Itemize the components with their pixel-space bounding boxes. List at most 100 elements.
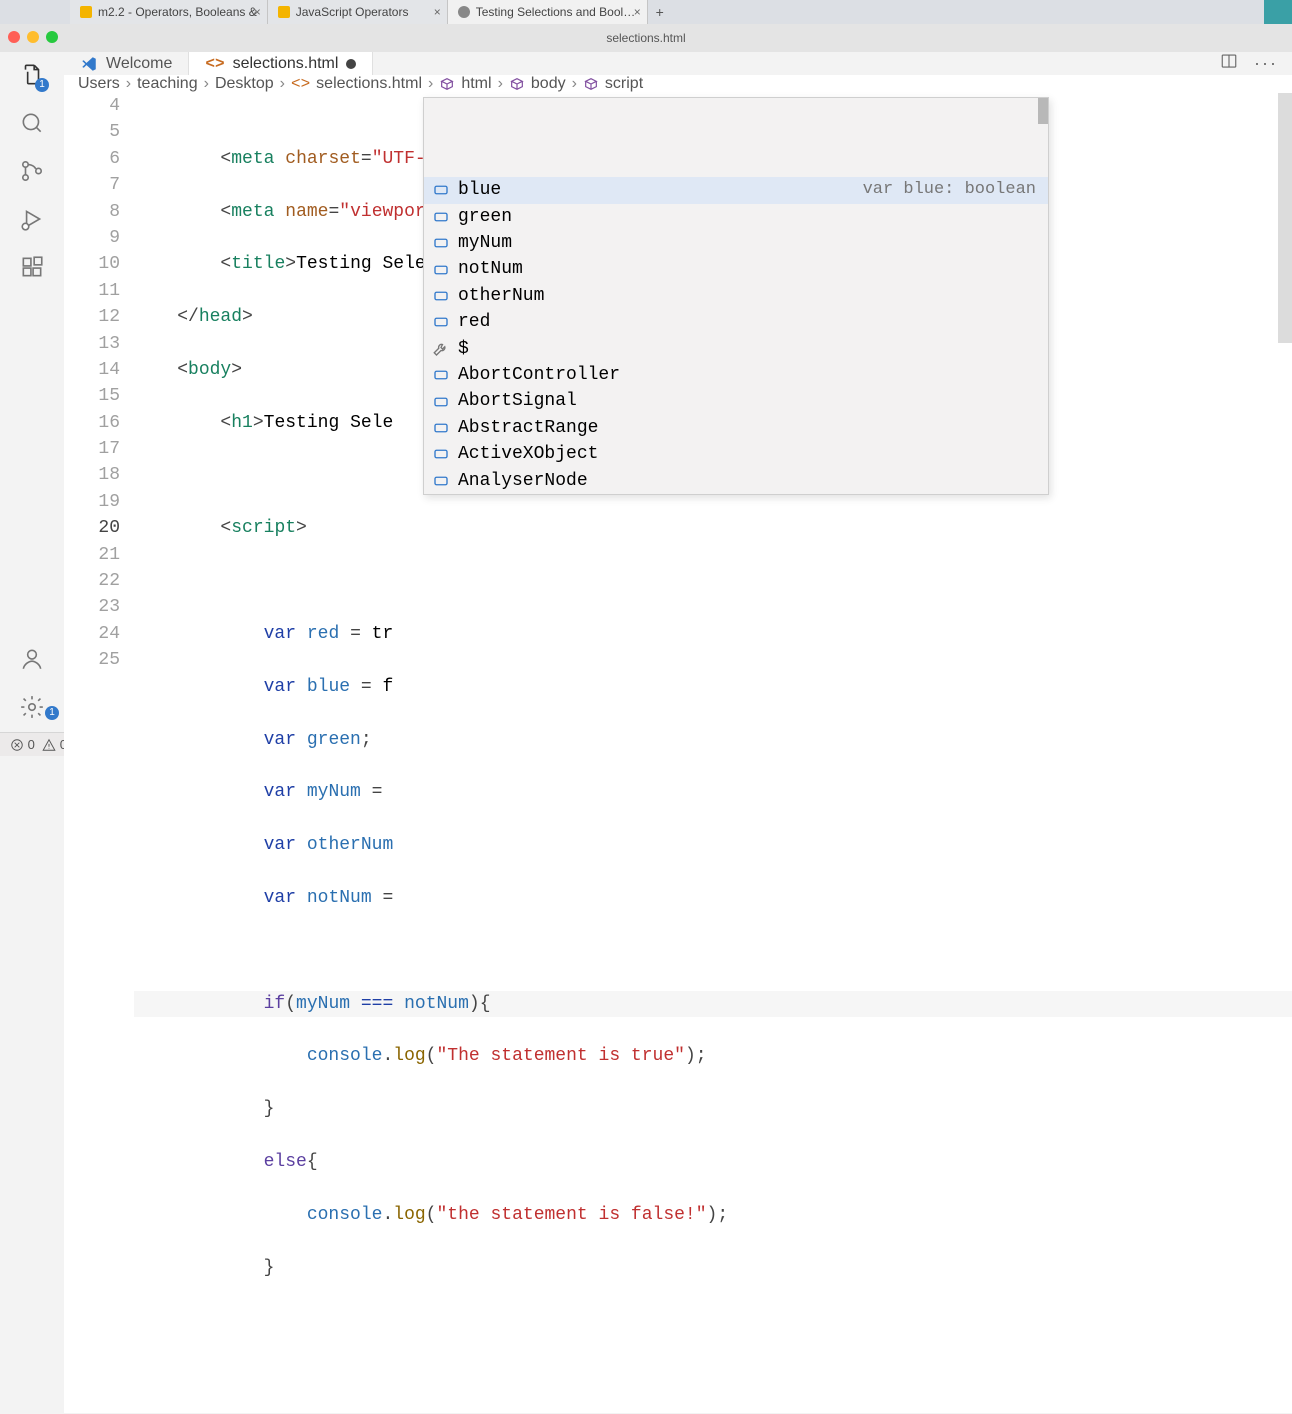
browser-tab[interactable]: Testing Selections and Boole... × <box>448 0 648 24</box>
suggest-item[interactable]: ActiveXObject <box>424 441 1048 467</box>
line-number: 21 <box>64 542 120 568</box>
browser-tab-title: m2.2 - Operators, Booleans & <box>98 5 257 19</box>
editor-actions: ··· <box>1206 52 1292 75</box>
explorer-icon[interactable]: 1 <box>17 60 47 90</box>
vscode-window: selections.html 1 <box>0 24 1292 756</box>
suggest-label: AbstractRange <box>458 415 598 441</box>
settings-gear-icon[interactable]: 1 <box>17 692 47 722</box>
suggest-label: red <box>458 309 490 335</box>
suggest-label: green <box>458 204 512 230</box>
line-number: 18 <box>64 462 120 488</box>
code-content[interactable]: <meta charset="UTF-8"> <meta name="viewp… <box>134 93 1292 1413</box>
line-number: 6 <box>64 146 120 172</box>
variable-icon <box>432 181 450 199</box>
line-number: 23 <box>64 594 120 620</box>
line-number: 14 <box>64 357 120 383</box>
suggest-label: $ <box>458 336 469 362</box>
suggest-item[interactable]: green <box>424 204 1048 230</box>
suggest-detail: var blue: boolean <box>863 177 1040 203</box>
suggest-item[interactable]: myNum <box>424 230 1048 256</box>
suggest-label: AbortSignal <box>458 388 577 414</box>
suggest-label: myNum <box>458 230 512 256</box>
close-icon[interactable]: × <box>634 5 641 19</box>
line-number: 15 <box>64 383 120 409</box>
symbol-icon <box>439 76 455 92</box>
suggest-item[interactable]: AnalyserNode <box>424 468 1048 494</box>
line-number: 11 <box>64 278 120 304</box>
suggest-item[interactable]: AbortController <box>424 362 1048 388</box>
suggest-item[interactable]: blue var blue: boolean <box>424 177 1048 203</box>
dirty-indicator-icon <box>346 59 356 69</box>
browser-tab[interactable]: JavaScript Operators × <box>268 0 448 24</box>
minimize-window-button[interactable] <box>27 31 39 43</box>
breadcrumb-item[interactable]: html <box>461 75 491 93</box>
settings-badge: 1 <box>45 706 59 720</box>
breadcrumb-item[interactable]: script <box>605 75 643 93</box>
breadcrumb-item[interactable]: body <box>531 75 566 93</box>
symbol-icon <box>509 76 525 92</box>
close-icon[interactable]: × <box>254 5 261 19</box>
suggest-scrollbar[interactable] <box>1038 98 1048 124</box>
variable-icon <box>432 419 450 437</box>
browser-tab-title: JavaScript Operators <box>296 5 437 19</box>
line-number: 22 <box>64 568 120 594</box>
variable-icon <box>432 287 450 305</box>
problems-button[interactable]: 0 0 <box>10 737 67 753</box>
accounts-icon[interactable] <box>17 644 47 674</box>
line-number: 16 <box>64 410 120 436</box>
line-number: 17 <box>64 436 120 462</box>
explorer-badge: 1 <box>35 78 49 92</box>
symbol-icon <box>583 76 599 92</box>
breadcrumb-item[interactable]: Desktop <box>215 75 274 93</box>
line-number: 8 <box>64 199 120 225</box>
wrench-icon <box>432 340 450 358</box>
browser-tab-title: Testing Selections and Boole... <box>476 5 637 19</box>
html-file-icon: <> <box>291 75 310 93</box>
suggest-item[interactable]: AbstractRange <box>424 415 1048 441</box>
html-file-icon: <> <box>205 55 224 73</box>
split-editor-icon[interactable] <box>1220 52 1238 75</box>
editor-tab-bar: Welcome <> selections.html ··· <box>64 52 1292 75</box>
close-icon[interactable]: × <box>434 5 441 19</box>
line-number: 7 <box>64 172 120 198</box>
maximize-window-button[interactable] <box>46 31 58 43</box>
run-debug-icon[interactable] <box>17 204 47 234</box>
line-number: 13 <box>64 331 120 357</box>
suggest-item[interactable]: $ <box>424 336 1048 362</box>
search-icon[interactable] <box>17 108 47 138</box>
suggest-label: blue <box>458 177 501 203</box>
breadcrumb[interactable]: Users› teaching› Desktop› <> selections.… <box>64 75 1292 93</box>
extensions-icon[interactable] <box>17 252 47 282</box>
suggest-item[interactable]: red <box>424 309 1048 335</box>
window-title: selections.html <box>606 31 685 45</box>
source-control-icon[interactable] <box>17 156 47 186</box>
vscode-icon <box>80 55 98 73</box>
suggest-label: notNum <box>458 256 523 282</box>
variable-icon <box>432 313 450 331</box>
suggest-item[interactable]: AbortSignal <box>424 388 1048 414</box>
code-editor[interactable]: 45678910111213141516171819202122232425 <… <box>64 93 1292 1413</box>
variable-icon <box>432 208 450 226</box>
browser-tab[interactable]: m2.2 - Operators, Booleans & × <box>70 0 268 24</box>
new-tab-button[interactable]: + <box>648 4 672 20</box>
breadcrumb-item[interactable]: Users <box>78 75 120 93</box>
suggest-item[interactable]: otherNum <box>424 283 1048 309</box>
breadcrumb-item[interactable]: teaching <box>137 75 198 93</box>
tab-selections-html[interactable]: <> selections.html <box>189 52 373 75</box>
autocomplete-popup[interactable]: blue var blue: boolean greenmyNumnotNumoth… <box>423 97 1049 495</box>
variable-icon <box>432 445 450 463</box>
breadcrumb-item[interactable]: selections.html <box>316 75 422 93</box>
suggest-item[interactable]: notNum <box>424 256 1048 282</box>
line-number: 10 <box>64 251 120 277</box>
line-number: 25 <box>64 647 120 673</box>
close-window-button[interactable] <box>8 31 20 43</box>
line-number: 20 <box>64 515 120 541</box>
suggest-label: AbortController <box>458 362 620 388</box>
more-actions-icon[interactable]: ··· <box>1254 53 1278 74</box>
variable-icon <box>432 234 450 252</box>
tab-label: Welcome <box>106 55 172 73</box>
tab-label: selections.html <box>233 55 339 73</box>
line-number: 24 <box>64 621 120 647</box>
line-gutter: 45678910111213141516171819202122232425 <box>64 93 134 1413</box>
tab-welcome[interactable]: Welcome <box>64 52 189 75</box>
